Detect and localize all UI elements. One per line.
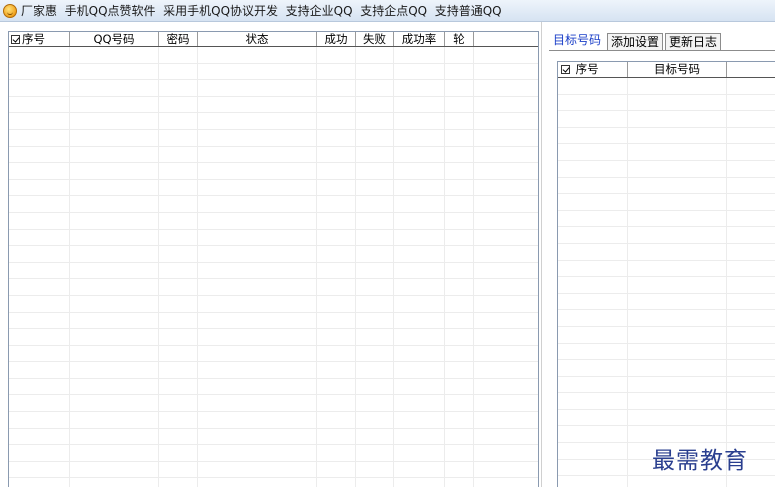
empty-grid-row <box>9 478 538 487</box>
target-header-select-all[interactable]: 序号 <box>558 62 628 77</box>
empty-grid-row <box>9 229 538 247</box>
empty-grid-row <box>9 179 538 197</box>
empty-target-row <box>558 227 775 244</box>
column-header-qq[interactable]: QQ号码 <box>70 32 159 46</box>
empty-target-row <box>558 376 775 394</box>
empty-grid-row <box>9 461 538 479</box>
empty-target-row <box>558 293 775 311</box>
header-select-all[interactable]: 序号 <box>9 32 70 46</box>
empty-target-row <box>558 260 775 278</box>
column-header-round[interactable]: 轮 <box>445 32 474 46</box>
target-header-filler <box>727 62 775 77</box>
empty-grid-row <box>9 96 538 114</box>
tab-update-log[interactable]: 更新日志 <box>665 33 722 51</box>
header-filler <box>474 32 538 46</box>
column-header-success[interactable]: 成功 <box>317 32 356 46</box>
empty-grid-row <box>9 428 538 446</box>
empty-grid-row <box>9 378 538 396</box>
watermark-text: 最需教育 <box>652 448 748 474</box>
empty-target-row <box>558 326 775 344</box>
tab-add-settings[interactable]: 添加设置 <box>607 33 664 51</box>
target-column-header-index: 序号 <box>575 62 599 76</box>
empty-grid-row <box>9 47 538 64</box>
empty-target-row <box>558 277 775 294</box>
target-grid-header: 序号 目标号码 <box>558 62 775 78</box>
empty-target-row <box>558 360 775 377</box>
empty-grid-row <box>9 63 538 81</box>
target-grid-body[interactable] <box>558 78 775 487</box>
empty-target-row <box>558 78 775 95</box>
empty-target-row <box>558 127 775 145</box>
empty-grid-row <box>9 129 538 147</box>
tab-target-numbers[interactable]: 目标号码 <box>549 31 606 51</box>
column-header-index: 序号 <box>22 32 45 46</box>
empty-grid-row <box>9 312 538 330</box>
empty-grid-row <box>9 163 538 180</box>
empty-target-row <box>558 194 775 211</box>
empty-grid-row <box>9 212 538 230</box>
empty-grid-row <box>9 395 538 413</box>
window-title: 厂家惠 手机QQ点赞软件 采用手机QQ协议开发 支持企业QQ 支持企点QQ 支持… <box>21 4 502 18</box>
empty-target-row <box>558 94 775 112</box>
target-select-all-checkbox-icon[interactable] <box>561 65 570 74</box>
empty-target-row <box>558 160 775 178</box>
app-smiley-icon <box>3 3 17 18</box>
empty-grid-row <box>9 246 538 263</box>
account-grid[interactable]: 序号 QQ号码 密码 状态 成功 失败 成功率 轮 <box>8 31 539 487</box>
target-column-header-number[interactable]: 目标号码 <box>628 62 727 77</box>
empty-grid-row <box>9 262 538 280</box>
empty-grid-row <box>9 279 538 296</box>
empty-target-row <box>558 144 775 161</box>
empty-target-row <box>558 393 775 410</box>
empty-target-row <box>558 476 775 487</box>
empty-grid-row <box>9 345 538 363</box>
empty-target-row <box>558 243 775 261</box>
empty-target-row <box>558 409 775 427</box>
target-grid[interactable]: 序号 目标号码 <box>557 61 775 487</box>
select-all-checkbox-icon[interactable] <box>11 35 20 44</box>
empty-target-row <box>558 343 775 361</box>
empty-grid-row <box>9 412 538 429</box>
empty-grid-row <box>9 146 538 164</box>
empty-grid-row <box>9 295 538 313</box>
empty-grid-row <box>9 113 538 130</box>
empty-target-row <box>558 210 775 228</box>
empty-grid-row <box>9 362 538 379</box>
column-header-status[interactable]: 状态 <box>198 32 317 46</box>
empty-grid-row <box>9 445 538 462</box>
account-grid-body[interactable] <box>9 47 538 487</box>
empty-grid-row <box>9 80 538 97</box>
account-grid-header: 序号 QQ号码 密码 状态 成功 失败 成功率 轮 <box>9 32 538 47</box>
empty-grid-row <box>9 329 538 346</box>
empty-grid-row <box>9 196 538 213</box>
empty-target-row <box>558 310 775 327</box>
column-header-success-rate[interactable]: 成功率 <box>394 32 445 46</box>
title-bar: 厂家惠 手机QQ点赞软件 采用手机QQ协议开发 支持企业QQ 支持企点QQ 支持… <box>0 0 775 22</box>
tab-strip-border <box>549 50 775 51</box>
empty-target-row <box>558 111 775 128</box>
empty-target-row <box>558 177 775 195</box>
column-header-fail[interactable]: 失败 <box>356 32 394 46</box>
tab-bar: 目标号码 添加设置 更新日志 <box>549 31 723 51</box>
panel-splitter[interactable] <box>541 22 547 487</box>
column-header-password[interactable]: 密码 <box>159 32 198 46</box>
